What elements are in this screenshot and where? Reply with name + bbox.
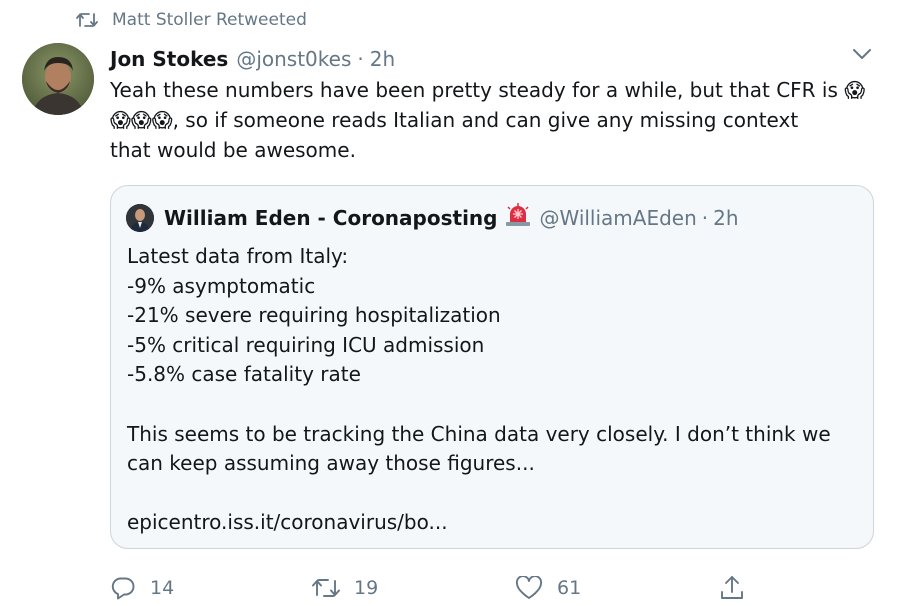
quoted-text-line: -21% severe requiring hospitalization [127, 303, 501, 328]
quoted-text-line: -9% asymptomatic [127, 273, 316, 298]
like-count: 61 [557, 577, 582, 599]
tweet-timestamp[interactable]: 2h [370, 45, 395, 73]
author-name[interactable]: Jon Stokes [110, 45, 228, 73]
quoted-author-handle: @WilliamAEden [539, 206, 697, 230]
quoted-tweet-timestamp: 2h [713, 206, 739, 230]
tweet-text-line3: that would be awesome. [110, 138, 356, 162]
reply-count: 14 [150, 577, 175, 599]
scream-emoji: 😱 [130, 108, 152, 132]
retweet-icon [76, 11, 98, 29]
siren-icon [505, 203, 531, 233]
tweet-text-line2: , so if someone reads Italian and can gi… [172, 108, 799, 132]
share-button[interactable] [718, 571, 746, 605]
quoted-text-line: Latest data from Italy: [127, 244, 349, 268]
quoted-text-line: -5% critical requiring ICU admission [127, 332, 485, 357]
quoted-author-avatar [126, 204, 154, 232]
quoted-tweet-card[interactable]: William Eden - Coronaposting @WilliamAEd… [110, 185, 874, 549]
heart-icon [515, 576, 543, 600]
quoted-header-separator: · [701, 206, 709, 230]
quoted-text-line: This seems to be tracking the China data… [127, 421, 831, 446]
reply-button[interactable]: 14 [110, 571, 174, 605]
scream-emoji: 😱 [151, 108, 173, 132]
tweet[interactable]: Matt Stoller Retweeted Jon Stokes @jonst… [0, 0, 902, 606]
retweet-icon [312, 577, 340, 599]
tweet-text-line1: Yeah these numbers have been pretty stea… [110, 78, 845, 102]
chevron-down-icon [852, 45, 872, 64]
retweet-button[interactable]: 19 [312, 571, 378, 605]
quoted-text-line: -5.8% case fatality rate [127, 362, 361, 387]
quoted-author-name: William Eden - Coronaposting [164, 206, 498, 230]
retweet-count: 19 [354, 577, 379, 599]
quoted-text-line: can keep assuming away those figures... [127, 451, 535, 476]
like-button[interactable]: 61 [515, 571, 581, 605]
tweet-text: Yeah these numbers have been pretty stea… [110, 75, 885, 165]
retweet-context: Matt Stoller Retweeted [76, 8, 307, 32]
more-options-button[interactable] [846, 40, 878, 68]
quoted-link[interactable]: epicentro.iss.it/coronavirus/bo... [127, 508, 857, 538]
author-handle[interactable]: @jonst0kes [236, 45, 351, 73]
quoted-tweet-text: Latest data from Italy: -9% asymptomatic… [127, 242, 857, 538]
scream-emoji: 😱 [110, 108, 131, 132]
tweet-header: Jon Stokes @jonst0kes · 2h [110, 45, 395, 73]
header-separator: · [357, 47, 364, 71]
reply-icon [110, 576, 136, 600]
scream-emoji: 😱 [844, 78, 866, 102]
tweet-action-bar: 14 19 61 [0, 571, 902, 605]
share-icon [718, 574, 746, 602]
quoted-tweet-header: William Eden - Coronaposting @WilliamAEd… [126, 203, 739, 233]
author-avatar[interactable] [22, 43, 94, 115]
retweet-context-text[interactable]: Matt Stoller Retweeted [112, 10, 307, 30]
